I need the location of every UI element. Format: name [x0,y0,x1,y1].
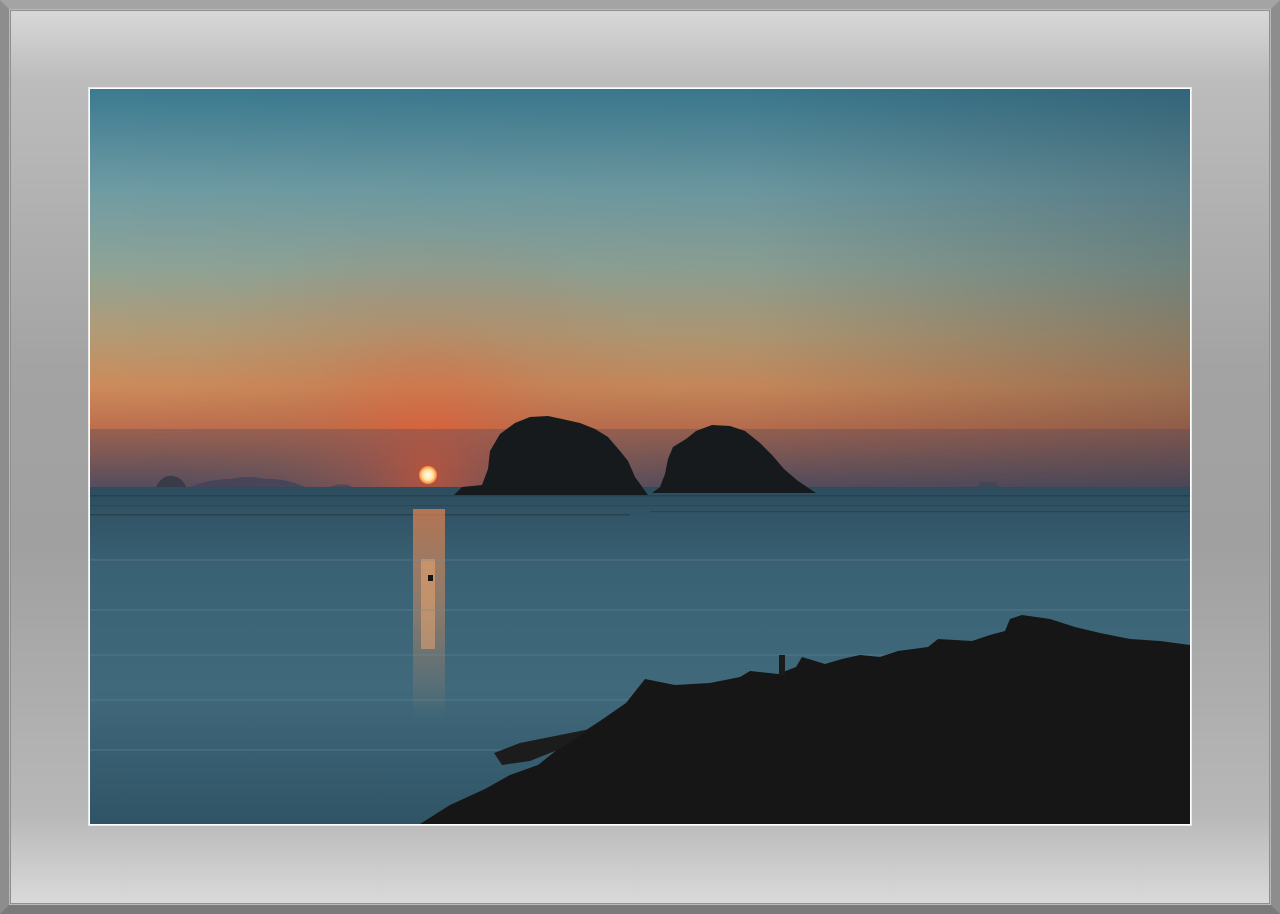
picture-frame [0,0,1280,914]
sun-reflection-core [421,559,435,649]
sun [419,466,437,484]
buoy [428,575,433,581]
sunset-scene [90,89,1190,824]
distant-ship-right [978,482,998,487]
sunset-photo [90,89,1190,824]
rock-post [779,655,785,675]
